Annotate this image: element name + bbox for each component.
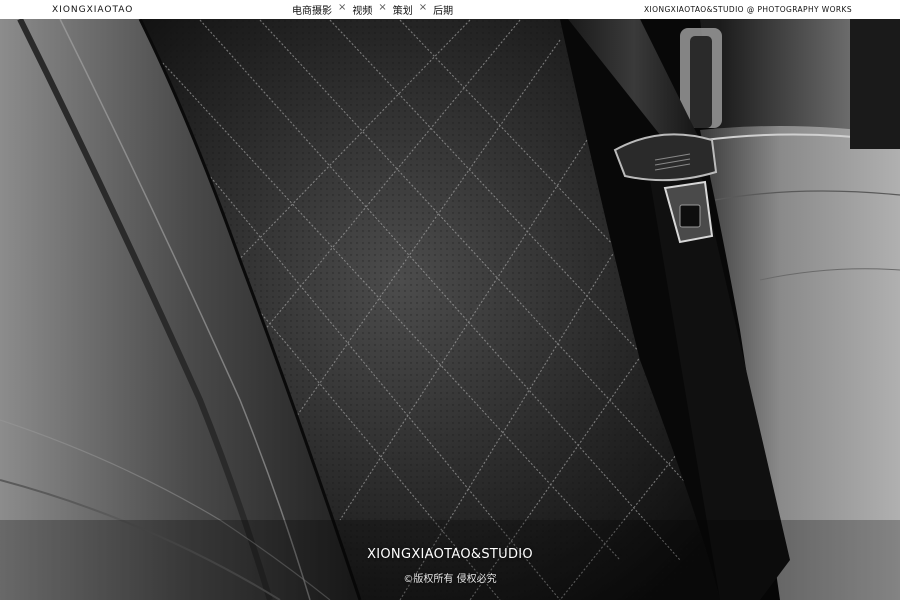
header-studio-credit: XIONGXIAOTAO&STUDIO @ PHOTOGRAPHY WORKS <box>643 5 852 14</box>
nav-item-planning[interactable]: 策划 <box>393 2 413 17</box>
header-brand: XIONGXIAOTAO <box>52 4 134 15</box>
nav-separator: × <box>338 2 347 13</box>
watermark-studio-name: XIONGXIAOTAO&STUDIO <box>367 547 533 562</box>
nav-item-ecommerce-photography[interactable]: 电商摄影 <box>292 2 332 17</box>
nav-item-post-production[interactable]: 后期 <box>433 2 453 17</box>
top-bar: XIONGXIAOTAO 电商摄影 × 视频 × 策划 × 后期 XIONGXI… <box>0 0 900 19</box>
header-nav: 电商摄影 × 视频 × 策划 × 后期 <box>292 2 453 17</box>
watermark-copyright: ©版权所有 侵权必究 <box>403 574 497 585</box>
nav-separator: × <box>418 2 428 13</box>
nav-separator: × <box>378 2 387 13</box>
nav-item-video[interactable]: 视频 <box>352 2 372 17</box>
car-seat-photo <box>0 19 900 600</box>
